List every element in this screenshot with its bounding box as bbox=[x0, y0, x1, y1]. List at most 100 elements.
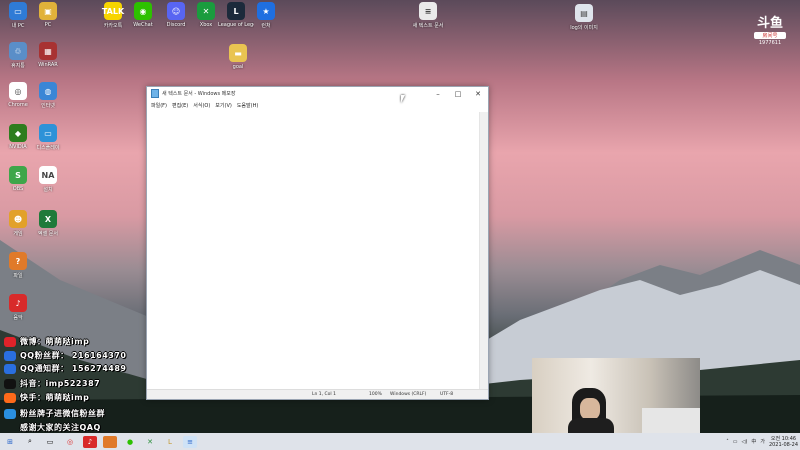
notepad-statusbar: Ln 1, Col 1 100% Windows (CRLF) UTF-8 bbox=[147, 389, 488, 399]
clock[interactable]: 오전 10:46 2021-08-24 bbox=[769, 436, 798, 448]
close-button[interactable]: ✕ bbox=[468, 90, 488, 98]
desktop-icon[interactable]: X 엑셀 문서 bbox=[30, 210, 66, 237]
overlay-social-icon bbox=[4, 392, 16, 403]
notepad-titlebar[interactable]: 새 텍스트 문서 - Windows 메모장 – □ ✕ bbox=[147, 87, 488, 100]
overlay-line: QQ粉丝群： 216164370 bbox=[4, 350, 126, 361]
language-indicator[interactable]: 中 bbox=[751, 438, 756, 445]
app-icon: ✕ bbox=[197, 2, 215, 20]
menu-file[interactable]: 파일(F) bbox=[151, 102, 167, 109]
desktop-icon[interactable]: ◍ 인터넷 bbox=[30, 82, 66, 109]
taskbar: ⊞ ⌕ ▭ ◎ ♪ ● ✕ L ≡ ˄ ▭ ◁) 中 가 오전 10:46 20… bbox=[0, 433, 800, 450]
status-position: Ln 1, Col 1 bbox=[312, 392, 336, 397]
app-taskbar-icon[interactable] bbox=[103, 435, 117, 448]
app-icon: NA bbox=[39, 166, 57, 184]
desktop-icon-label: 디스플레이 bbox=[36, 145, 60, 151]
desktop-icon[interactable]: ▭ 디스플레이 bbox=[30, 124, 66, 151]
volume-icon[interactable]: ◁) bbox=[742, 439, 748, 445]
ime-indicator[interactable]: 가 bbox=[760, 438, 765, 445]
app-icon: ? bbox=[9, 252, 27, 270]
menu-edit[interactable]: 편집(E) bbox=[172, 102, 188, 109]
overlay-line: 微博：萌萌哒imp bbox=[4, 336, 89, 347]
clock-date: 2021-08-24 bbox=[768, 441, 798, 448]
desktop-icon[interactable]: ▬ goal bbox=[220, 44, 256, 70]
overlay-text: 快手：萌萌哒imp bbox=[20, 393, 90, 402]
notepad-taskbar-icon[interactable]: ≡ bbox=[183, 435, 197, 448]
app-icon: ♪ bbox=[9, 294, 27, 312]
overlay-line: 感谢大家的关注QAQ bbox=[4, 422, 101, 433]
menu-help[interactable]: 도움말(H) bbox=[237, 102, 258, 109]
app-icon: ▭ bbox=[39, 124, 57, 142]
logo-room: 1977611 bbox=[758, 40, 782, 46]
app-icon: ▣ bbox=[39, 2, 57, 20]
desktop-icon[interactable]: ◉ WeChat bbox=[125, 2, 161, 28]
minimize-button[interactable]: – bbox=[428, 90, 448, 98]
overlay-line: 粉丝牌子进微信粉丝群 bbox=[4, 408, 105, 419]
desktop-icon[interactable]: NA 설치 bbox=[30, 166, 66, 193]
desktop-icon-label: 음악 bbox=[13, 315, 23, 321]
desktop-icon-label: 런처 bbox=[261, 23, 271, 29]
desktop-icon[interactable]: ? 파일 bbox=[0, 252, 36, 279]
overlay-text: 抖音：imp522387 bbox=[20, 379, 101, 388]
desktop-icon-label: 설치 bbox=[43, 187, 53, 193]
game-taskbar-icon[interactable]: ✕ bbox=[143, 436, 157, 448]
app-icon: TALK bbox=[102, 2, 124, 20]
maximize-button[interactable]: □ bbox=[448, 90, 468, 98]
desktop-icon-label: WinRAR bbox=[38, 62, 58, 68]
app-icon: ▬ bbox=[229, 44, 247, 62]
desktop-icon[interactable]: ♪ 음악 bbox=[0, 294, 36, 321]
overlay-line: 快手：萌萌哒imp bbox=[4, 392, 89, 403]
douyu-logo: 斗鱼 房间号 1977611 bbox=[748, 12, 792, 46]
desktop-icon-label: 엑셀 문서 bbox=[38, 231, 58, 237]
xbox-taskbar-icon[interactable]: ● bbox=[123, 436, 137, 448]
vertical-scrollbar[interactable] bbox=[479, 112, 488, 390]
tray-arrow-icon[interactable]: ˄ bbox=[726, 439, 729, 445]
chrome-taskbar-icon[interactable]: ◎ bbox=[63, 436, 77, 448]
logo-brand: 斗鱼 bbox=[756, 16, 783, 31]
menu-format[interactable]: 서식(O) bbox=[193, 102, 210, 109]
overlay-social-icon bbox=[4, 336, 16, 347]
overlay-text: QQ通知群： 156274489 bbox=[20, 364, 127, 373]
search-icon[interactable]: ⌕ bbox=[23, 436, 37, 448]
app-icon: S bbox=[9, 166, 27, 184]
desktop-icon-label: log의 이미지 bbox=[570, 25, 598, 31]
task-view-icon[interactable]: ▭ bbox=[43, 436, 57, 448]
overlay-social-icon bbox=[4, 363, 16, 374]
desktop-icon-label: 인터넷 bbox=[41, 103, 55, 109]
desktop-icon[interactable]: ▦ WinRAR bbox=[30, 42, 66, 68]
desktop-icon-label: WeChat bbox=[133, 22, 153, 28]
network-icon[interactable]: ▭ bbox=[733, 439, 738, 445]
music-taskbar-icon[interactable]: ♪ bbox=[83, 435, 97, 448]
menu-view[interactable]: 보기(V) bbox=[215, 102, 232, 109]
logo-sub: 房间号 bbox=[754, 32, 786, 39]
app-icon: X bbox=[39, 210, 57, 228]
mouse-cursor bbox=[401, 95, 405, 103]
status-encoding: UTF-8 bbox=[440, 392, 454, 397]
app-icon: ◉ bbox=[134, 2, 152, 20]
overlay-line: QQ通知群： 156274489 bbox=[4, 363, 126, 374]
desktop-icon-label: PC bbox=[44, 22, 52, 28]
start-button[interactable]: ⊞ bbox=[3, 436, 17, 448]
app-icon: ≡ bbox=[419, 2, 437, 20]
app-icon: ▭ bbox=[9, 2, 27, 20]
overlay-social-icon bbox=[4, 423, 16, 433]
overlay-social-icon bbox=[4, 350, 16, 361]
status-zoom: 100% bbox=[369, 392, 382, 397]
desktop-icon[interactable]: ★ 런처 bbox=[248, 2, 284, 29]
overlay-social-icon bbox=[4, 378, 16, 389]
app-icon: ◆ bbox=[9, 124, 27, 142]
notepad-text-area[interactable] bbox=[149, 112, 480, 390]
overlay-text: QQ粉丝群： 216164370 bbox=[20, 351, 127, 360]
overlay-text: 感谢大家的关注QAQ bbox=[20, 423, 101, 432]
notepad-title: 새 텍스트 문서 - Windows 메모장 bbox=[162, 91, 236, 97]
app-icon: ◎ bbox=[9, 82, 27, 100]
app-icon: ☺ bbox=[167, 2, 185, 20]
overlay-line: 抖音：imp522387 bbox=[4, 378, 100, 389]
system-tray: ˄ ▭ ◁) 中 가 오전 10:46 2021-08-24 bbox=[726, 433, 798, 450]
app-icon: ◍ bbox=[39, 82, 57, 100]
desktop-icon-label: goal bbox=[232, 64, 244, 70]
desktop-icon[interactable]: ≡ 새 텍스트 문서 bbox=[410, 2, 446, 29]
app-icon: L bbox=[227, 2, 245, 20]
desktop-icon[interactable]: ▣ PC bbox=[30, 2, 66, 28]
league-taskbar-icon[interactable]: L bbox=[163, 436, 177, 448]
desktop-icon[interactable]: ▤ log의 이미지 bbox=[566, 4, 602, 31]
